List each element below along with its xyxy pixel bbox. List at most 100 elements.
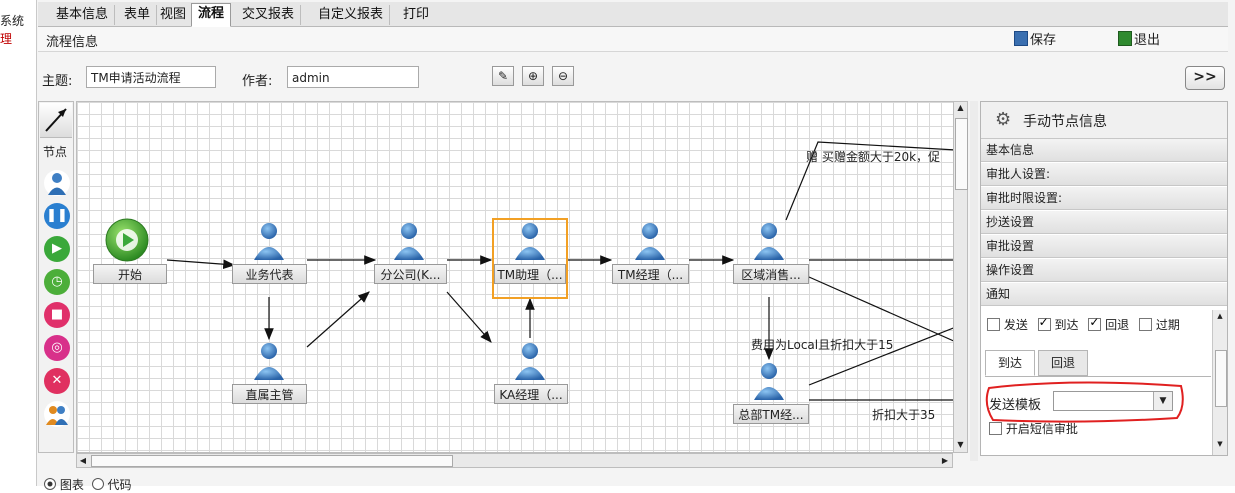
- radio-code[interactable]: [91, 478, 104, 490]
- node-direct-supervisor[interactable]: 直属主管: [232, 384, 307, 404]
- canvas-horizontal-scrollbar[interactable]: ◀ ▶: [76, 453, 953, 468]
- zoom-in-button[interactable]: ⊕: [522, 66, 544, 86]
- section-cc[interactable]: 抄送设置: [981, 211, 1227, 234]
- left-nav-sliver: 系统 理: [0, 0, 36, 486]
- page-title: 流程信息: [46, 35, 99, 50]
- node-info-panel: ⚙ 手动节点信息 基本信息 审批人设置: 审批时限设置: 抄送设置 审批设置 操…: [980, 101, 1228, 456]
- scroll-right-icon[interactable]: ▶: [939, 454, 951, 467]
- exit-icon: [1118, 31, 1132, 46]
- node-sales-rep[interactable]: 业务代表: [232, 264, 307, 284]
- person-icon: [515, 223, 545, 260]
- subtab-arrive[interactable]: 到达: [985, 350, 1036, 376]
- label-expire: 过期: [1155, 318, 1180, 332]
- info-bar: 流程信息 保存 退出: [38, 27, 1228, 52]
- canvas-vertical-scrollbar[interactable]: ▲ ▼: [953, 101, 968, 453]
- close-icon: ✕: [51, 373, 63, 388]
- vertical-scroll-thumb[interactable]: [955, 118, 968, 190]
- label-return: 回退: [1105, 318, 1130, 332]
- left-nav-item-system[interactable]: 系统: [0, 12, 24, 29]
- edge-label-bottom: 折扣大于35: [872, 408, 936, 422]
- person-icon: [48, 173, 66, 195]
- author-label: 作者:: [242, 74, 273, 89]
- subject-input[interactable]: TM申请活动流程: [86, 66, 216, 88]
- section-basic-info[interactable]: 基本信息: [981, 139, 1227, 162]
- tab-form[interactable]: 表单: [118, 5, 158, 25]
- label-send: 发送: [1003, 318, 1028, 332]
- eraser-button[interactable]: ✎: [492, 66, 514, 86]
- person-icon: [754, 223, 784, 260]
- save-button[interactable]: 保存: [1014, 31, 1056, 49]
- horizontal-scroll-thumb[interactable]: [91, 455, 453, 467]
- checkbox-arrive[interactable]: [1037, 315, 1051, 331]
- edge-direct-branch: [306, 291, 370, 348]
- label-arrive: 到达: [1054, 318, 1079, 332]
- exit-label: 退出: [1134, 33, 1161, 48]
- gear-icon: ⚙: [995, 109, 1012, 130]
- author-input[interactable]: admin: [287, 66, 419, 88]
- checkbox-send[interactable]: [987, 318, 1000, 331]
- subtab-return[interactable]: 回退: [1038, 350, 1089, 376]
- person-icon: [515, 343, 545, 380]
- scroll-up-icon[interactable]: ▲: [955, 102, 966, 114]
- tab-view[interactable]: 视图: [154, 5, 194, 25]
- play-node-tool[interactable]: ▶: [44, 236, 70, 262]
- section-notify[interactable]: 通知: [981, 283, 1227, 306]
- stop-node-tool[interactable]: ■: [44, 302, 70, 328]
- section-time-limit[interactable]: 审批时限设置:: [981, 187, 1227, 210]
- person-icon: [754, 363, 784, 400]
- zoom-out-button[interactable]: ⊖: [552, 66, 574, 86]
- tab-print[interactable]: 打印: [397, 5, 435, 25]
- node-info-header: ⚙ 手动节点信息: [981, 102, 1227, 139]
- expand-panel-button[interactable]: >>: [1185, 66, 1225, 90]
- node-hq-tm[interactable]: 总部TM经...: [733, 404, 809, 424]
- section-operation[interactable]: 操作设置: [981, 259, 1227, 282]
- node-palette: 节点 ❚❚ ▶ ◷ ■ ◎ ✕: [38, 101, 74, 453]
- scroll-down-icon[interactable]: ▼: [955, 439, 966, 451]
- group-node-tool[interactable]: [44, 401, 70, 427]
- radio-chart[interactable]: [44, 478, 56, 490]
- pointer-tool[interactable]: [40, 103, 72, 138]
- workflow-canvas[interactable]: 开始 业务代表 分公司(K... TM助理（... TM经理（... 区域消售.…: [76, 101, 955, 453]
- person-icon: [254, 343, 284, 380]
- node-tm-manager[interactable]: TM经理（...: [612, 264, 689, 284]
- scroll-up-icon[interactable]: ▲: [1215, 312, 1225, 322]
- end-node-tool[interactable]: ✕: [44, 368, 70, 394]
- left-nav-item-manage[interactable]: 理: [0, 30, 12, 47]
- pause-node-tool[interactable]: ❚❚: [44, 203, 70, 229]
- zoom-out-icon: ⊖: [557, 69, 569, 83]
- scroll-left-icon[interactable]: ◀: [77, 454, 89, 467]
- node-region-sales[interactable]: 区域消售...: [733, 264, 809, 284]
- person-node-tool[interactable]: [44, 170, 70, 196]
- section-approval[interactable]: 审批设置: [981, 235, 1227, 258]
- node-ka-manager[interactable]: KA经理（...: [494, 384, 568, 404]
- checkbox-expire[interactable]: [1139, 318, 1153, 331]
- pause-icon: ❚❚: [46, 208, 68, 223]
- panel-scroll-thumb[interactable]: [1215, 350, 1227, 407]
- panel-splitter[interactable]: [970, 101, 978, 461]
- tab-basic-info[interactable]: 基本信息: [50, 5, 116, 25]
- section-approver[interactable]: 审批人设置:: [981, 163, 1227, 186]
- scroll-down-icon[interactable]: ▼: [1215, 440, 1225, 450]
- save-icon: [1014, 31, 1028, 46]
- tab-custom-report[interactable]: 自定义报表: [312, 5, 391, 25]
- subject-label: 主题:: [42, 74, 73, 89]
- view-mode-options: 图表 代码: [44, 476, 132, 493]
- tab-workflow[interactable]: 流程: [191, 3, 232, 27]
- checkbox-return[interactable]: [1088, 315, 1102, 331]
- tab-bar: 基本信息 表单 视图 流程 交叉报表 自定义报表 打印: [38, 2, 1228, 27]
- person-icon: [394, 223, 424, 260]
- subflow-node-tool[interactable]: ◎: [44, 335, 70, 361]
- target-icon: ◎: [51, 340, 63, 355]
- zoom-in-icon: ⊕: [527, 69, 539, 83]
- timer-node-tool[interactable]: ◷: [44, 269, 70, 295]
- tab-cross-report[interactable]: 交叉报表: [236, 5, 302, 25]
- person-icon: [635, 223, 665, 260]
- node-start[interactable]: 开始: [93, 264, 167, 284]
- edge-region-diag: [808, 276, 954, 342]
- panel-scrollbar[interactable]: ▲ ▼: [1212, 310, 1227, 455]
- node-branch[interactable]: 分公司(K...: [374, 264, 447, 284]
- save-label: 保存: [1030, 33, 1057, 48]
- node-tm-assistant[interactable]: TM助理（...: [494, 264, 566, 284]
- exit-button[interactable]: 退出: [1118, 31, 1160, 49]
- person-icon: [254, 223, 284, 260]
